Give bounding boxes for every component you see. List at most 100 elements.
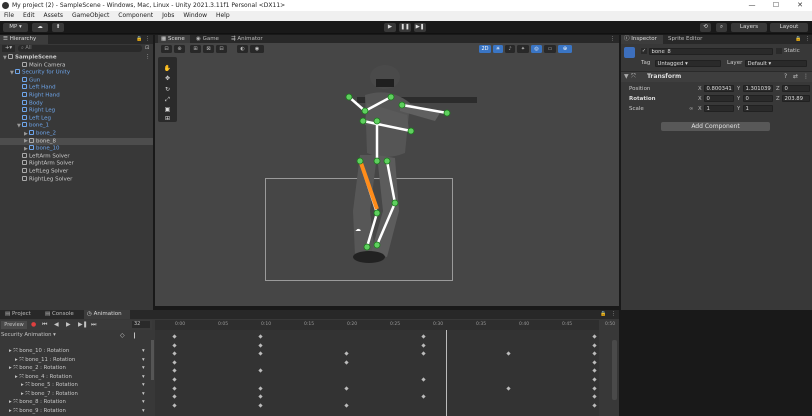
playhead[interactable] [446, 330, 447, 416]
property-menu-icon[interactable]: ▾ [142, 356, 145, 365]
record-icon[interactable]: ● [31, 321, 36, 328]
property-menu-icon[interactable]: ▾ [142, 373, 145, 382]
property-row[interactable]: ▸ ⤧ bone_7 : Rotation ▾ [0, 390, 152, 399]
property-row[interactable]: ▸ ⤧ bone_11 : Rotation ▾ [0, 356, 152, 365]
first-key-icon[interactable]: ⏮ [42, 321, 47, 329]
hierarchy-item[interactable]: ▼ Security for Unity [0, 69, 153, 77]
keyframe[interactable] [592, 342, 597, 348]
keyframe[interactable] [172, 342, 177, 348]
keyframe[interactable] [172, 403, 177, 408]
menu-gameobject[interactable]: GameObject [72, 12, 109, 19]
hierarchy-item[interactable]: LeftLeg Solver [0, 168, 153, 176]
keyframe[interactable] [592, 360, 597, 365]
add-component-button[interactable]: Add Component [661, 122, 770, 131]
keyframe[interactable] [592, 385, 597, 391]
preset-icon[interactable]: ⇄ [793, 73, 798, 80]
keyframe[interactable] [258, 394, 263, 399]
close-button[interactable]: ✕ [788, 0, 812, 11]
menu-dots-icon[interactable]: ⋮ [145, 54, 151, 62]
tab-project[interactable]: ▤ Project [2, 310, 40, 319]
step-icon[interactable]: ▶❚ [414, 23, 426, 32]
rotation-z-field[interactable]: 203.89 [782, 95, 810, 102]
lock-icon[interactable]: 🔒 [600, 311, 606, 317]
position-z-field[interactable]: 0 [782, 85, 810, 92]
dopesheet[interactable] [155, 330, 599, 416]
clip-dropdown[interactable]: Security Animation ▾ [1, 332, 96, 339]
menu-dots-icon[interactable]: ⋮ [611, 311, 616, 317]
keyframe[interactable] [592, 334, 597, 339]
fold-arrow-icon[interactable]: ▸ ⤧ [9, 348, 19, 354]
help-icon[interactable]: ? [784, 73, 787, 80]
keyframe[interactable] [258, 368, 263, 374]
collab-icon[interactable]: ⬆ [52, 23, 64, 32]
add-keyframe-icon[interactable]: ◇ [120, 332, 125, 339]
property-row[interactable]: ▸ ⤧ bone_8 : Rotation ▾ [0, 398, 152, 407]
scale-y-field[interactable]: 1 [743, 105, 773, 112]
property-menu-icon[interactable]: ▾ [142, 381, 145, 390]
hierarchy-item[interactable]: ▶ bone_8 [0, 137, 153, 146]
menu-edit[interactable]: Edit [23, 12, 35, 19]
tab-console[interactable]: ▤ Console [42, 310, 82, 319]
search-icon[interactable]: ⌕ [716, 23, 727, 32]
property-menu-icon[interactable]: ▾ [142, 364, 145, 373]
hierarchy-item[interactable]: RightLeg Solver [0, 175, 153, 184]
list-scrollbar[interactable] [151, 340, 154, 380]
active-checkbox[interactable]: ✓ [641, 48, 647, 54]
hierarchy-search-input[interactable]: ⌕ All [18, 45, 142, 52]
hierarchy-item[interactable]: ▼ SampleScene ⋮ [0, 54, 153, 62]
fold-arrow-icon[interactable]: ▸ ⤧ [21, 382, 31, 388]
pause-icon[interactable]: ❚❚ [399, 23, 411, 32]
menu-dots-icon[interactable]: ⋮ [145, 36, 150, 42]
prev-key-icon[interactable]: ◀ [54, 321, 59, 328]
fold-arrow-icon[interactable]: ▸ ⤧ [15, 374, 25, 380]
fold-arrow-icon[interactable]: ▸ ⤧ [21, 391, 31, 397]
keyframe[interactable] [172, 394, 177, 399]
hierarchy-item[interactable]: LeftArm Solver [0, 152, 153, 161]
character-sprite[interactable]: ☁ [155, 43, 619, 306]
property-menu-icon[interactable]: ▾ [142, 407, 145, 416]
play-anim-icon[interactable]: ▶ [66, 321, 71, 328]
minimize-button[interactable]: — [740, 0, 764, 11]
menu-dots-icon[interactable]: ⋮ [805, 36, 810, 42]
keyframe[interactable] [421, 334, 426, 339]
hierarchy-item[interactable]: Left Leg [0, 114, 153, 123]
property-row[interactable]: ▸ ⤧ bone_5 : Rotation ▾ [0, 381, 152, 390]
last-key-icon[interactable]: ⏭ [91, 321, 96, 329]
next-key-icon[interactable]: ▶❚ [78, 321, 88, 328]
keyframe[interactable] [592, 403, 597, 408]
property-menu-icon[interactable]: ▾ [142, 398, 145, 407]
tab-inspector[interactable]: ⓘ Inspector [621, 35, 663, 44]
rotation-x-field[interactable]: 0 [704, 95, 734, 102]
history-icon[interactable]: ⟲ [700, 23, 711, 32]
fold-arrow-icon[interactable]: ▸ ⤧ [9, 408, 19, 414]
fold-arrow-icon[interactable]: ▼ [624, 73, 629, 80]
property-row[interactable]: ▸ ⤧ bone_2 : Rotation ▾ [0, 364, 152, 373]
layout-dropdown[interactable]: Layout [770, 23, 808, 32]
menu-dots-icon[interactable]: ⋮ [610, 36, 615, 42]
account-button[interactable]: MP ▾ [3, 23, 28, 32]
hierarchy-item[interactable]: RightArm Solver [0, 160, 153, 168]
lock-icon[interactable]: 🔒 [795, 36, 801, 42]
hierarchy-item[interactable]: ▶ bone_10 [0, 145, 153, 153]
keyframe[interactable] [592, 368, 597, 374]
component-menu-icon[interactable]: ⋮ [803, 73, 809, 80]
hierarchy-item[interactable]: Right Leg [0, 107, 153, 115]
keyframe[interactable] [344, 351, 349, 356]
keyframe[interactable] [344, 403, 349, 408]
keyframe[interactable] [258, 342, 263, 348]
menu-component[interactable]: Component [118, 12, 153, 19]
keyframe[interactable] [172, 377, 177, 382]
menu-help[interactable]: Help [216, 12, 230, 19]
fold-arrow-icon[interactable]: ▸ ⤧ [9, 399, 19, 405]
keyframe[interactable] [258, 351, 263, 356]
keyframe[interactable] [421, 394, 426, 399]
keyframe[interactable] [258, 385, 263, 391]
keyframe[interactable] [172, 368, 177, 374]
hierarchy-item[interactable]: Main Camera [0, 61, 153, 70]
hierarchy-item[interactable]: Body [0, 99, 153, 108]
tab-animation[interactable]: ◷ Animation [84, 310, 130, 319]
rotation-y-field[interactable]: 0 [743, 95, 773, 102]
scene-view[interactable]: ⊟ ⊕ ⊞ ⊠ ⊟ ◐ ◉ 2D ☀ ♪ ✦ ◎ ▭ ⊕ ✋ ✥ ↻ ⤢ ▣ ⊞ [155, 43, 619, 306]
keyframe[interactable] [506, 351, 511, 356]
keyframe[interactable] [592, 394, 597, 399]
